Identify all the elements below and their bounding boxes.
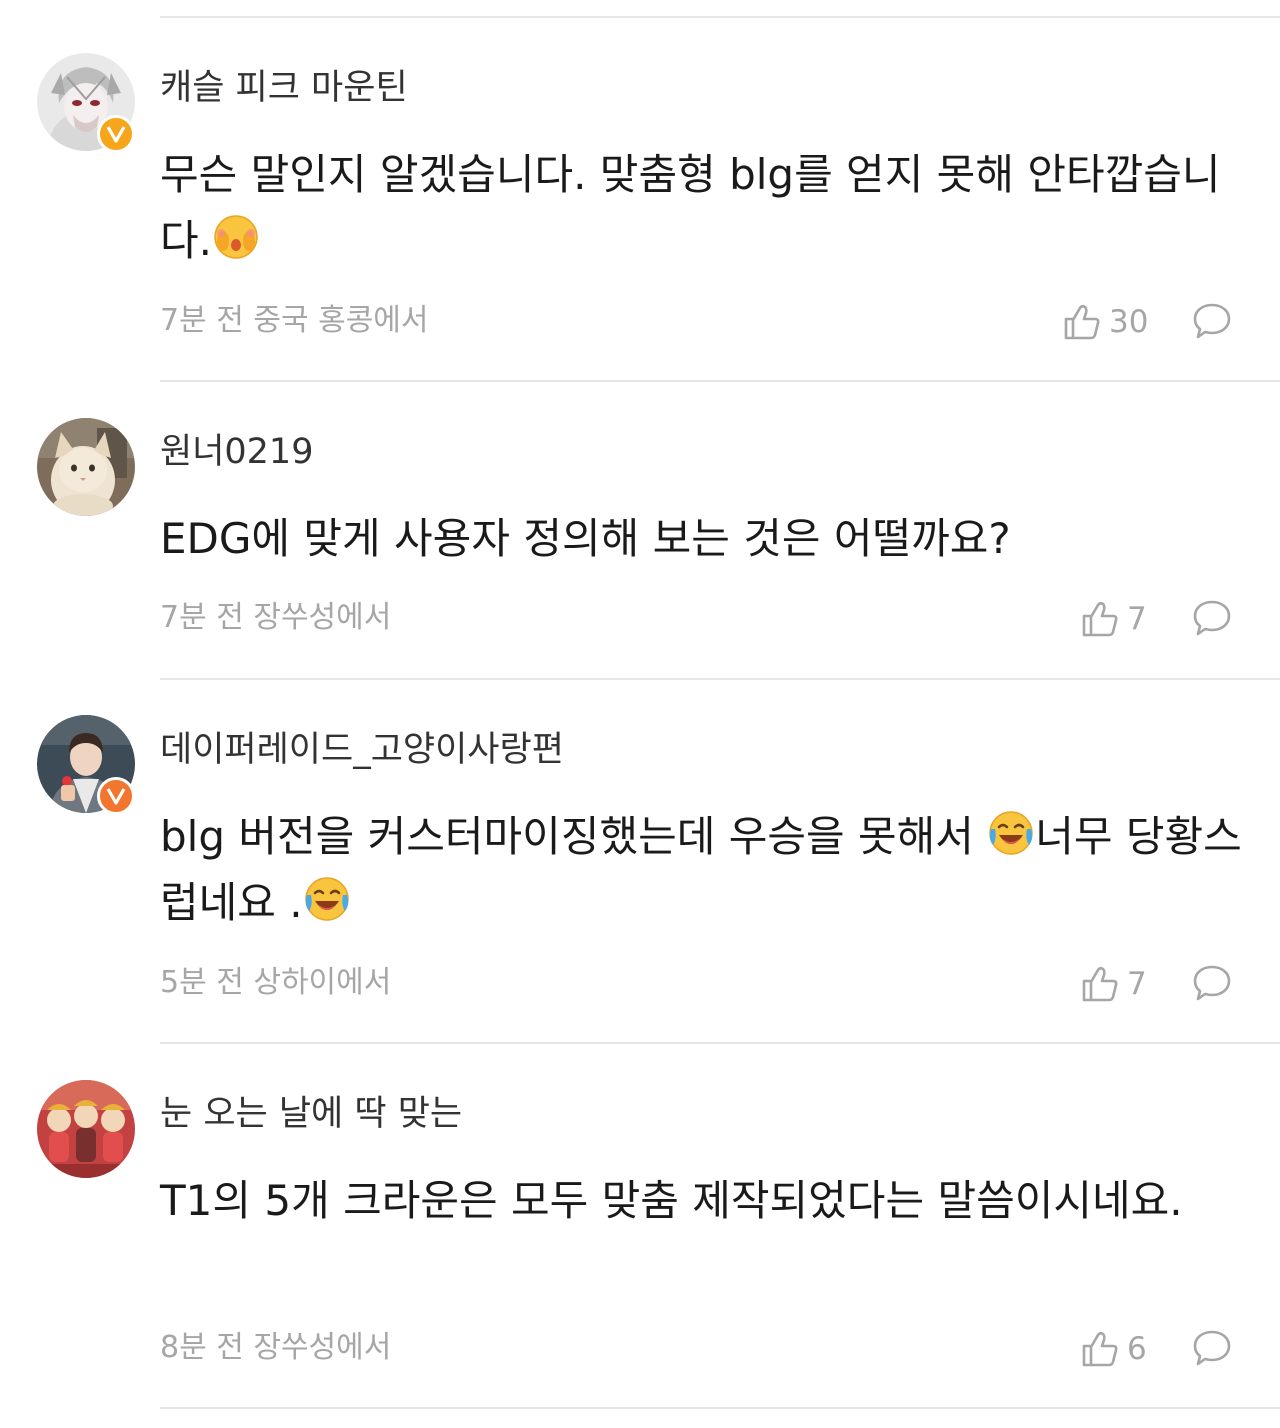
laughing-crying-emoji <box>989 811 1034 855</box>
username[interactable]: 캐슬 피크 마운틴 <box>160 66 408 110</box>
like-button[interactable]: 6 <box>1081 1329 1147 1369</box>
reply-button[interactable] <box>1192 301 1232 345</box>
like-button[interactable]: 30 <box>1063 302 1148 342</box>
speech-bubble-icon <box>1193 600 1231 636</box>
reply-button[interactable] <box>1192 598 1232 642</box>
speech-bubble-icon <box>1193 303 1231 339</box>
thumbs-up-icon <box>1082 1331 1118 1367</box>
verified-badge <box>97 115 135 153</box>
comment-text: EDG에 맞게 사용자 정의해 보는 것은 어떨까요? <box>160 506 1250 572</box>
comment-text: blg 버전을 커스터마이징했는데 우승을 못해서 너무 당황스럽네요 . <box>160 804 1250 936</box>
comment-meta: 7분 전 중국 홍콩에서 <box>160 303 429 338</box>
thumbs-up-icon <box>1064 304 1100 340</box>
avatar[interactable] <box>37 418 135 516</box>
speech-bubble-icon <box>1193 965 1231 1001</box>
avatar[interactable] <box>37 1080 135 1178</box>
like-count: 7 <box>1127 601 1147 637</box>
reply-button[interactable] <box>1192 1328 1232 1372</box>
comment-text-content: EDG에 맞게 사용자 정의해 보는 것은 어떨까요? <box>160 514 1011 563</box>
like-button[interactable]: 7 <box>1081 964 1147 1004</box>
comment-text-content: 무슨 말인지 알겠습니다. 맞춤형 blg를 얻지 못해 안타깝습니다. <box>160 150 1221 265</box>
username[interactable]: 원너0219 <box>160 430 313 474</box>
divider <box>160 380 1280 382</box>
comment-meta: 5분 전 상하이에서 <box>160 965 392 1000</box>
comment-text: T1의 5개 크라운은 모두 맞춤 제작되었다는 말씀이시네요. <box>160 1168 1250 1234</box>
username[interactable]: 데이퍼레이드_고양이사랑편 <box>160 728 564 772</box>
verified-badge <box>97 777 135 815</box>
comment-meta: 7분 전 장쑤성에서 <box>160 600 392 635</box>
thumbs-up-icon <box>1082 601 1118 637</box>
speech-bubble-icon <box>1193 1330 1231 1366</box>
comment-text-content: blg 버전을 커스터마이징했는데 우승을 못해서 <box>160 812 988 861</box>
divider-top <box>160 16 1280 18</box>
comment-text: 무슨 말인지 알겠습니다. 맞춤형 blg를 얻지 못해 안타깝습니다. <box>160 142 1250 274</box>
divider <box>160 678 1280 680</box>
like-count: 7 <box>1127 966 1147 1002</box>
comment-meta: 8분 전 장쑤성에서 <box>160 1330 392 1365</box>
divider <box>160 1042 1280 1044</box>
shy-face-emoji <box>214 215 258 259</box>
thumbs-up-icon <box>1082 966 1118 1002</box>
reply-button[interactable] <box>1192 963 1232 1007</box>
comment-text-content: T1의 5개 크라운은 모두 맞춤 제작되었다는 말씀이시네요. <box>160 1176 1183 1225</box>
divider <box>160 1407 1280 1409</box>
like-button[interactable]: 7 <box>1081 599 1147 639</box>
like-count: 6 <box>1127 1331 1147 1367</box>
like-count: 30 <box>1109 304 1149 340</box>
laughing-crying-emoji <box>304 877 349 921</box>
username[interactable]: 눈 오는 날에 딱 맞는 <box>160 1092 462 1136</box>
